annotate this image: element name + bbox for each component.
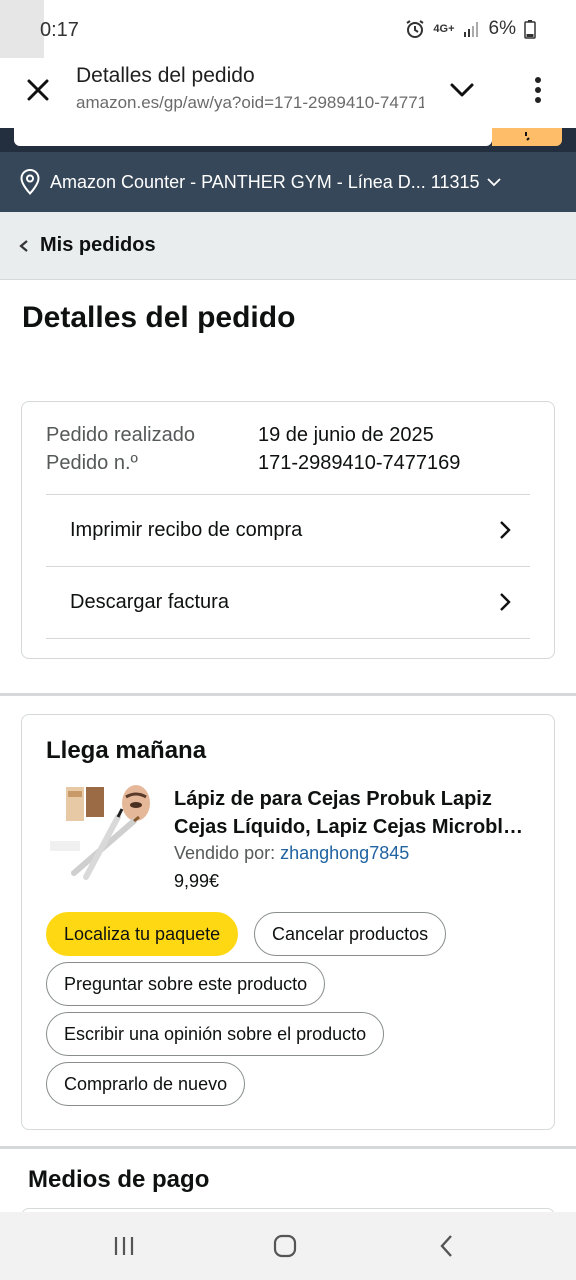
expand-button[interactable] xyxy=(448,78,476,102)
alarm-icon xyxy=(406,20,424,38)
battery-icon xyxy=(524,20,536,39)
chevron-right-icon xyxy=(500,521,511,539)
shipment-card: Llega mañana Lápiz de para Cejas Probuk … xyxy=(21,714,555,1130)
browser-tab-header: Detalles del pedido amazon.es/gp/aw/ya?o… xyxy=(0,58,576,128)
print-receipt-label: Imprimir recibo de compra xyxy=(70,519,303,541)
print-receipt-link[interactable]: Imprimir recibo de compra xyxy=(46,494,530,566)
breadcrumb-back-link[interactable]: Mis pedidos xyxy=(40,234,156,257)
product-title[interactable]: Lápiz de para Cejas Probuk Lapiz Cejas L… xyxy=(174,785,534,841)
network-type: 4G+ xyxy=(433,23,455,35)
chevron-left-icon xyxy=(19,239,28,252)
chevron-right-icon xyxy=(500,593,511,611)
more-options-button[interactable] xyxy=(526,74,550,106)
search-input[interactable] xyxy=(14,128,492,146)
delivery-status: Llega mañana xyxy=(46,737,207,764)
section-divider xyxy=(0,1146,576,1149)
location-text: Amazon Counter - PANTHER GYM - Línea D..… xyxy=(50,171,480,192)
chevron-down-icon xyxy=(486,178,501,187)
status-time: 0:17 xyxy=(40,19,79,41)
close-icon xyxy=(27,79,49,101)
back-icon[interactable] xyxy=(438,1234,456,1258)
chevron-down-icon xyxy=(450,83,474,97)
search-icon xyxy=(525,132,530,141)
order-number-label: Pedido n.º xyxy=(46,452,138,474)
home-icon[interactable] xyxy=(273,1234,297,1258)
location-pin-icon xyxy=(20,169,40,195)
sold-by-label: Vendido por: xyxy=(174,843,276,863)
status-icons: 4G+ 6% xyxy=(405,18,536,40)
delivery-location-bar[interactable]: Amazon Counter - PANTHER GYM - Línea D..… xyxy=(0,152,576,212)
breadcrumb[interactable]: Mis pedidos xyxy=(0,212,576,280)
product-title-line1: Lápiz de para Cejas Probuk Lapiz xyxy=(174,788,492,810)
product-thumbnail[interactable] xyxy=(46,781,150,885)
order-date-value: 19 de junio de 2025 xyxy=(258,424,434,446)
order-date-label: Pedido realizado xyxy=(46,424,195,446)
more-dot xyxy=(535,87,541,93)
sold-by: Vendido por: zhanghong7845 xyxy=(174,843,409,864)
section-divider xyxy=(0,693,576,696)
track-package-button[interactable]: Localiza tu paquete xyxy=(46,912,239,956)
payment-methods-title: Medios de pago xyxy=(28,1166,210,1193)
ask-product-question-button[interactable]: Preguntar sobre este producto xyxy=(46,962,326,1006)
status-bar: 0:17 4G+ 6% xyxy=(0,0,576,58)
download-invoice-link[interactable]: Descargar factura xyxy=(46,566,530,638)
signal-icon xyxy=(463,22,478,37)
system-nav-bar xyxy=(0,1212,576,1280)
download-invoice-label: Descargar factura xyxy=(70,591,229,613)
page-title: Detalles del pedido xyxy=(22,301,296,334)
more-dot xyxy=(535,97,541,103)
divider xyxy=(46,638,530,639)
order-summary-card: Pedido realizado 19 de junio de 2025 Ped… xyxy=(21,401,555,659)
battery-percent: 6% xyxy=(488,18,516,39)
search-button[interactable] xyxy=(492,128,562,146)
tab-url: amazon.es/gp/aw/ya?oid=171-2989410-74771… xyxy=(76,93,424,112)
tab-title: Detalles del pedido xyxy=(76,64,255,87)
product-title-line2: Cejas Líquido, Lapiz Cejas Microblading xyxy=(174,816,534,838)
write-review-button[interactable]: Escribir una opinión sobre el producto xyxy=(46,1012,385,1056)
seller-link[interactable]: zhanghong7845 xyxy=(280,843,409,863)
close-button[interactable] xyxy=(22,74,54,106)
status-bar-shade xyxy=(0,0,44,58)
recent-apps-icon[interactable] xyxy=(113,1234,135,1258)
more-dot xyxy=(535,77,541,83)
cancel-items-button[interactable]: Cancelar productos xyxy=(254,912,447,956)
product-price: 9,99€ xyxy=(174,871,220,891)
order-number-value: 171-2989410-7477169 xyxy=(258,452,461,474)
search-strip xyxy=(0,128,576,152)
buy-again-button[interactable]: Comprarlo de nuevo xyxy=(46,1062,246,1106)
